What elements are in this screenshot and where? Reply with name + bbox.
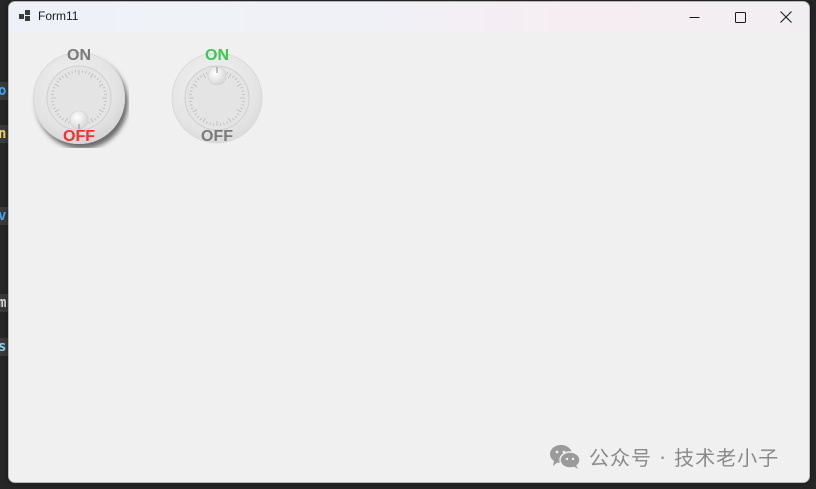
- form-client-area: ON OFF ON OFF 公众号 · 技术老小子: [9, 32, 809, 482]
- form-window: Form11 ON OFF ON OFF 公众号 · 技术老小子: [8, 1, 810, 483]
- minimize-icon: [689, 16, 699, 18]
- knob-on-label: ON: [67, 47, 91, 64]
- knob-off-label: OFF: [63, 128, 95, 145]
- knob-switch-2[interactable]: ON OFF: [167, 47, 267, 148]
- maximize-icon: [734, 11, 746, 23]
- close-icon: [780, 11, 792, 23]
- watermark-text: 公众号 · 技术老小子: [589, 446, 780, 470]
- close-button[interactable]: [763, 2, 809, 32]
- knob-on-label: ON: [205, 47, 229, 64]
- watermark: 公众号 · 技术老小子: [549, 442, 779, 471]
- app-icon: [19, 10, 30, 21]
- maximize-button[interactable]: [717, 2, 763, 32]
- knob-switch-1[interactable]: ON OFF: [29, 47, 129, 148]
- title-bar[interactable]: Form11: [9, 2, 809, 32]
- minimize-button[interactable]: [671, 2, 717, 32]
- window-title: Form11: [38, 9, 79, 23]
- knob-off-label: OFF: [201, 128, 233, 145]
- wechat-icon: [550, 444, 581, 469]
